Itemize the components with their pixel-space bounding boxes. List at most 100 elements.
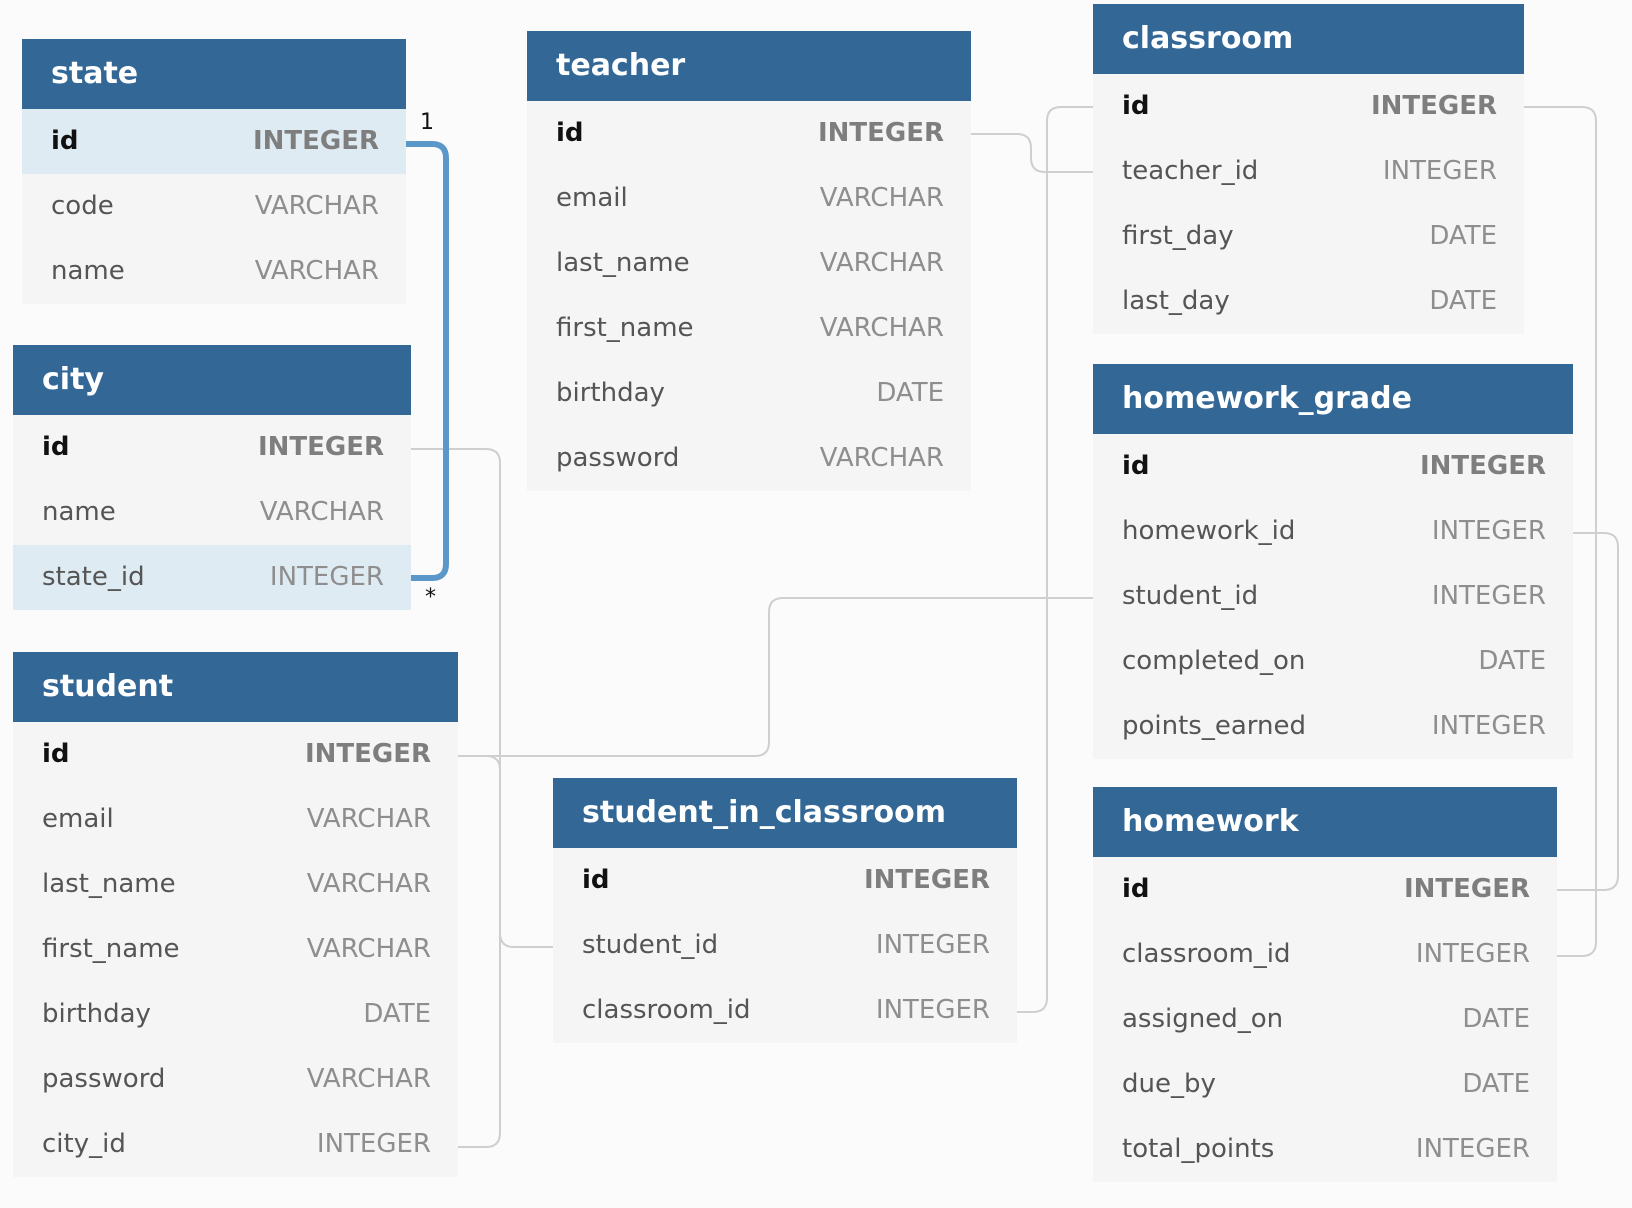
column-row[interactable]: classroom_id INTEGER bbox=[553, 978, 1017, 1043]
column-row[interactable]: last_day DATE bbox=[1093, 269, 1524, 334]
relation-classroom-teacher[interactable] bbox=[971, 133, 1093, 173]
column-row[interactable]: last_name VARCHAR bbox=[527, 231, 971, 296]
column-row[interactable]: last_name VARCHAR bbox=[13, 852, 458, 917]
column-name: student_id bbox=[1122, 581, 1259, 611]
column-row[interactable]: password VARCHAR bbox=[527, 426, 971, 491]
table-city[interactable]: city id INTEGER name VARCHAR state_id IN… bbox=[13, 345, 411, 610]
column-name: student_id bbox=[582, 930, 719, 960]
column-row[interactable]: name VARCHAR bbox=[13, 480, 411, 545]
column-name: password bbox=[556, 443, 680, 473]
column-row[interactable]: name VARCHAR bbox=[22, 239, 406, 304]
column-type: INTEGER bbox=[875, 930, 990, 960]
column-row[interactable]: teacher_id INTEGER bbox=[1093, 139, 1524, 204]
column-type: DATE bbox=[1478, 646, 1546, 676]
relation-student-in-classroom-student[interactable] bbox=[458, 755, 553, 948]
column-name: state_id bbox=[42, 562, 145, 592]
column-row[interactable]: email VARCHAR bbox=[13, 787, 458, 852]
column-name: first_name bbox=[42, 934, 180, 964]
column-type: INTEGER bbox=[817, 118, 944, 148]
table-student[interactable]: student id INTEGER email VARCHAR last_na… bbox=[13, 652, 458, 1177]
table-teacher[interactable]: teacher id INTEGER email VARCHAR last_na… bbox=[527, 31, 971, 491]
column-type: VARCHAR bbox=[819, 443, 944, 473]
column-row[interactable]: email VARCHAR bbox=[527, 166, 971, 231]
relation-homework-grade-student[interactable] bbox=[458, 597, 1093, 757]
column-row[interactable]: id INTEGER bbox=[13, 415, 411, 480]
column-row[interactable]: id INTEGER bbox=[1093, 434, 1573, 499]
column-row[interactable]: first_name VARCHAR bbox=[527, 296, 971, 361]
column-type: DATE bbox=[876, 378, 944, 408]
column-name: id bbox=[1122, 451, 1150, 481]
column-name: id bbox=[42, 432, 70, 462]
column-row[interactable]: code VARCHAR bbox=[22, 174, 406, 239]
column-name: classroom_id bbox=[1122, 939, 1291, 969]
column-type: INTEGER bbox=[1382, 156, 1497, 186]
column-row[interactable]: homework_id INTEGER bbox=[1093, 499, 1573, 564]
column-row[interactable]: id INTEGER bbox=[1093, 857, 1557, 922]
column-name: id bbox=[1122, 874, 1150, 904]
table-homework-grade[interactable]: homework_grade id INTEGER homework_id IN… bbox=[1093, 364, 1573, 759]
column-row[interactable]: id INTEGER bbox=[13, 722, 458, 787]
table-header[interactable]: classroom bbox=[1093, 4, 1524, 74]
column-row[interactable]: birthday DATE bbox=[13, 982, 458, 1047]
column-type: VARCHAR bbox=[254, 191, 379, 221]
column-row[interactable]: student_id INTEGER bbox=[1093, 564, 1573, 629]
column-type: VARCHAR bbox=[306, 1064, 431, 1094]
column-row[interactable]: password VARCHAR bbox=[13, 1047, 458, 1112]
column-type: INTEGER bbox=[257, 432, 384, 462]
table-header[interactable]: student bbox=[13, 652, 458, 722]
column-name: due_by bbox=[1122, 1069, 1216, 1099]
column-type: INTEGER bbox=[1431, 516, 1546, 546]
column-name: birthday bbox=[556, 378, 665, 408]
table-header[interactable]: state bbox=[22, 39, 406, 109]
column-row[interactable]: id INTEGER bbox=[22, 109, 406, 174]
column-row[interactable]: student_id INTEGER bbox=[553, 913, 1017, 978]
column-row[interactable]: total_points INTEGER bbox=[1093, 1117, 1557, 1182]
column-type: INTEGER bbox=[304, 739, 431, 769]
table-state[interactable]: state id INTEGER code VARCHAR name VARCH… bbox=[22, 39, 406, 304]
column-row[interactable]: city_id INTEGER bbox=[13, 1112, 458, 1177]
table-header[interactable]: homework_grade bbox=[1093, 364, 1573, 434]
column-row[interactable]: state_id INTEGER bbox=[13, 545, 411, 610]
column-type: VARCHAR bbox=[306, 869, 431, 899]
relation-student-in-classroom-classroom[interactable] bbox=[1017, 106, 1093, 1013]
column-name: assigned_on bbox=[1122, 1004, 1284, 1034]
column-row[interactable]: id INTEGER bbox=[1093, 74, 1524, 139]
column-name: city_id bbox=[42, 1129, 126, 1159]
table-classroom[interactable]: classroom id INTEGER teacher_id INTEGER … bbox=[1093, 4, 1524, 334]
column-row[interactable]: id INTEGER bbox=[527, 101, 971, 166]
column-row[interactable]: assigned_on DATE bbox=[1093, 987, 1557, 1052]
column-row[interactable]: first_name VARCHAR bbox=[13, 917, 458, 982]
column-type: DATE bbox=[363, 999, 431, 1029]
table-header[interactable]: homework bbox=[1093, 787, 1557, 857]
column-row[interactable]: completed_on DATE bbox=[1093, 629, 1573, 694]
column-row[interactable]: first_day DATE bbox=[1093, 204, 1524, 269]
column-type: INTEGER bbox=[1419, 451, 1546, 481]
column-row[interactable]: classroom_id INTEGER bbox=[1093, 922, 1557, 987]
column-name: code bbox=[51, 191, 114, 221]
column-type: VARCHAR bbox=[819, 313, 944, 343]
column-type: INTEGER bbox=[1431, 581, 1546, 611]
column-type: VARCHAR bbox=[819, 183, 944, 213]
column-name: classroom_id bbox=[582, 995, 751, 1025]
table-header[interactable]: city bbox=[13, 345, 411, 415]
column-name: id bbox=[1122, 91, 1150, 121]
column-row[interactable]: id INTEGER bbox=[553, 848, 1017, 913]
table-header[interactable]: teacher bbox=[527, 31, 971, 101]
table-homework[interactable]: homework id INTEGER classroom_id INTEGER… bbox=[1093, 787, 1557, 1182]
column-type: INTEGER bbox=[269, 562, 384, 592]
relation-city-state-highlighted[interactable] bbox=[406, 141, 449, 581]
column-name: email bbox=[42, 804, 114, 834]
column-type: INTEGER bbox=[316, 1129, 431, 1159]
column-type: INTEGER bbox=[1431, 711, 1546, 741]
column-row[interactable]: due_by DATE bbox=[1093, 1052, 1557, 1117]
column-type: INTEGER bbox=[252, 126, 379, 156]
column-type: INTEGER bbox=[1415, 1134, 1530, 1164]
column-type: DATE bbox=[1429, 286, 1497, 316]
column-type: INTEGER bbox=[875, 995, 990, 1025]
column-row[interactable]: points_earned INTEGER bbox=[1093, 694, 1573, 759]
table-header[interactable]: student_in_classroom bbox=[553, 778, 1017, 848]
cardinality-many-label: * bbox=[425, 585, 436, 610]
column-row[interactable]: birthday DATE bbox=[527, 361, 971, 426]
column-type: INTEGER bbox=[1415, 939, 1530, 969]
table-student-in-classroom[interactable]: student_in_classroom id INTEGER student_… bbox=[553, 778, 1017, 1043]
